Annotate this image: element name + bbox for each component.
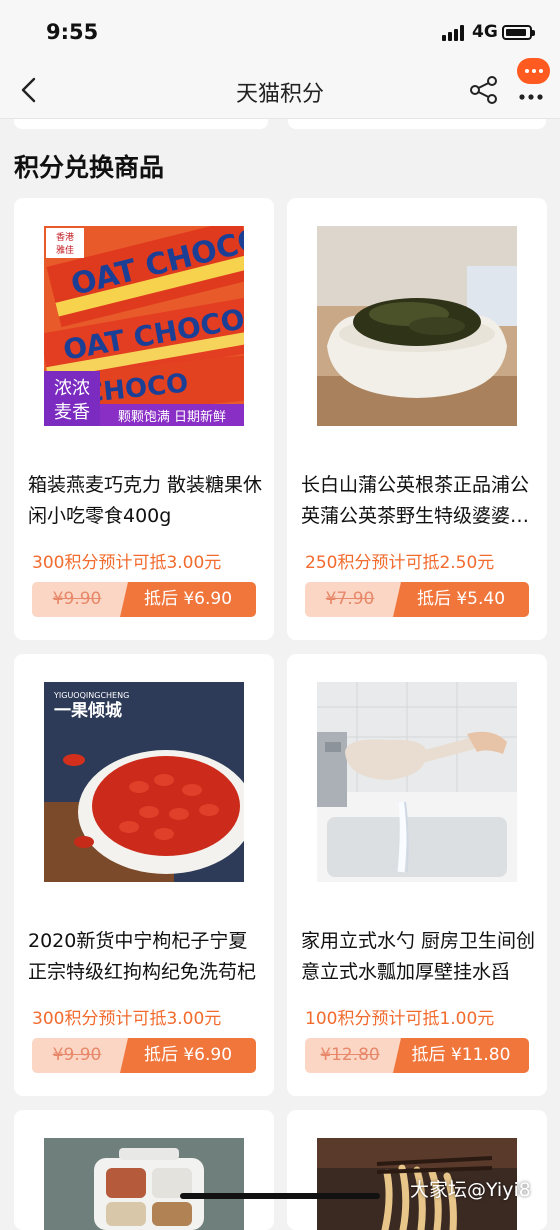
svg-text:浓浓: 浓浓 [54, 378, 90, 399]
brand-text: 一果倾城 [54, 700, 122, 721]
product-name: 2020新货中宁枸杞子宁夏正宗特级红拘构纪免洗苟杞 [28, 930, 257, 983]
product-card[interactable]: 家用立式水勺 厨房卫生间创意立式水瓢加厚壁挂水舀 100积分预计可抵1.00元 … [287, 654, 547, 1096]
svg-text:香港: 香港 [56, 231, 74, 243]
battery-icon [502, 25, 535, 40]
price-bar[interactable]: ¥9.90 抵后 ¥6.90 [32, 1038, 256, 1073]
signal-icon [442, 25, 468, 41]
svg-text:麦香: 麦香 [54, 402, 90, 423]
brand-en-text: YIGUOQINGCHENG [53, 691, 129, 700]
product-card[interactable]: OAT CHOCO OAT CHOCO CHOCO 香港 雅佳 浓浓 麦香 颗颗… [14, 198, 274, 640]
product-card-partial[interactable] [287, 1110, 547, 1230]
previous-cards-edge [0, 119, 560, 133]
product-card[interactable]: 长白山蒲公英根茶正品浦公英蒲公英茶野生特级婆婆丁茶 250积分预计可抵2.50元… [287, 198, 547, 640]
product-card-partial[interactable] [14, 1110, 274, 1230]
status-time: 9:55 [46, 20, 99, 44]
after-points-price: 抵后 ¥6.90 [120, 1038, 256, 1073]
points-info: 300积分预计可抵3.00元 [32, 1009, 222, 1029]
product-name: 长白山蒲公英根茶正品浦公英蒲公英茶野生特级婆婆丁茶 [301, 474, 530, 527]
svg-text:颗颗饱满 日期新鲜: 颗颗饱满 日期新鲜 [118, 409, 226, 425]
nav-bar: 天猫积分 [0, 64, 560, 119]
watermark-text: 大家坛@Yiyi8 [410, 1179, 531, 1201]
product-image [317, 226, 517, 426]
status-bar: 9:55 4G [0, 0, 560, 64]
original-price: ¥9.90 [52, 1045, 102, 1065]
price-bar[interactable]: ¥12.80 抵后 ¥11.80 [305, 1038, 529, 1073]
network-label: 4G [472, 22, 498, 42]
after-points-price: 抵后 ¥11.80 [393, 1038, 529, 1073]
product-name: 家用立式水勺 厨房卫生间创意立式水瓢加厚壁挂水舀 [301, 930, 536, 983]
points-info: 250积分预计可抵2.50元 [305, 553, 495, 573]
original-price: ¥7.90 [325, 589, 375, 609]
price-bar[interactable]: ¥7.90 抵后 ¥5.40 [305, 582, 529, 617]
product-name: 箱装燕麦巧克力 散装糖果休闲小吃零食400g [28, 474, 263, 527]
product-card[interactable]: YIGUOQINGCHENG 一果倾城 2020新货中宁枸杞子宁夏正宗特级红拘构… [14, 654, 274, 1096]
share-icon[interactable] [468, 74, 500, 106]
original-price: ¥9.90 [52, 589, 102, 609]
section-title: 积分兑换商品 [14, 153, 165, 182]
home-indicator [180, 1193, 380, 1199]
svg-text:雅佳: 雅佳 [56, 244, 74, 256]
message-bubble-icon[interactable] [517, 58, 550, 84]
points-info: 100积分预计可抵1.00元 [305, 1009, 495, 1029]
product-image [317, 682, 517, 882]
after-points-price: 抵后 ¥6.90 [120, 582, 256, 617]
product-image [44, 1138, 244, 1230]
points-info: 300积分预计可抵3.00元 [32, 553, 222, 573]
product-image: YIGUOQINGCHENG 一果倾城 [44, 682, 244, 882]
original-price: ¥12.80 [320, 1045, 380, 1065]
after-points-price: 抵后 ¥5.40 [393, 582, 529, 617]
price-bar[interactable]: ¥9.90 抵后 ¥6.90 [32, 582, 256, 617]
product-image: OAT CHOCO OAT CHOCO CHOCO 香港 雅佳 浓浓 麦香 颗颗… [44, 226, 244, 426]
